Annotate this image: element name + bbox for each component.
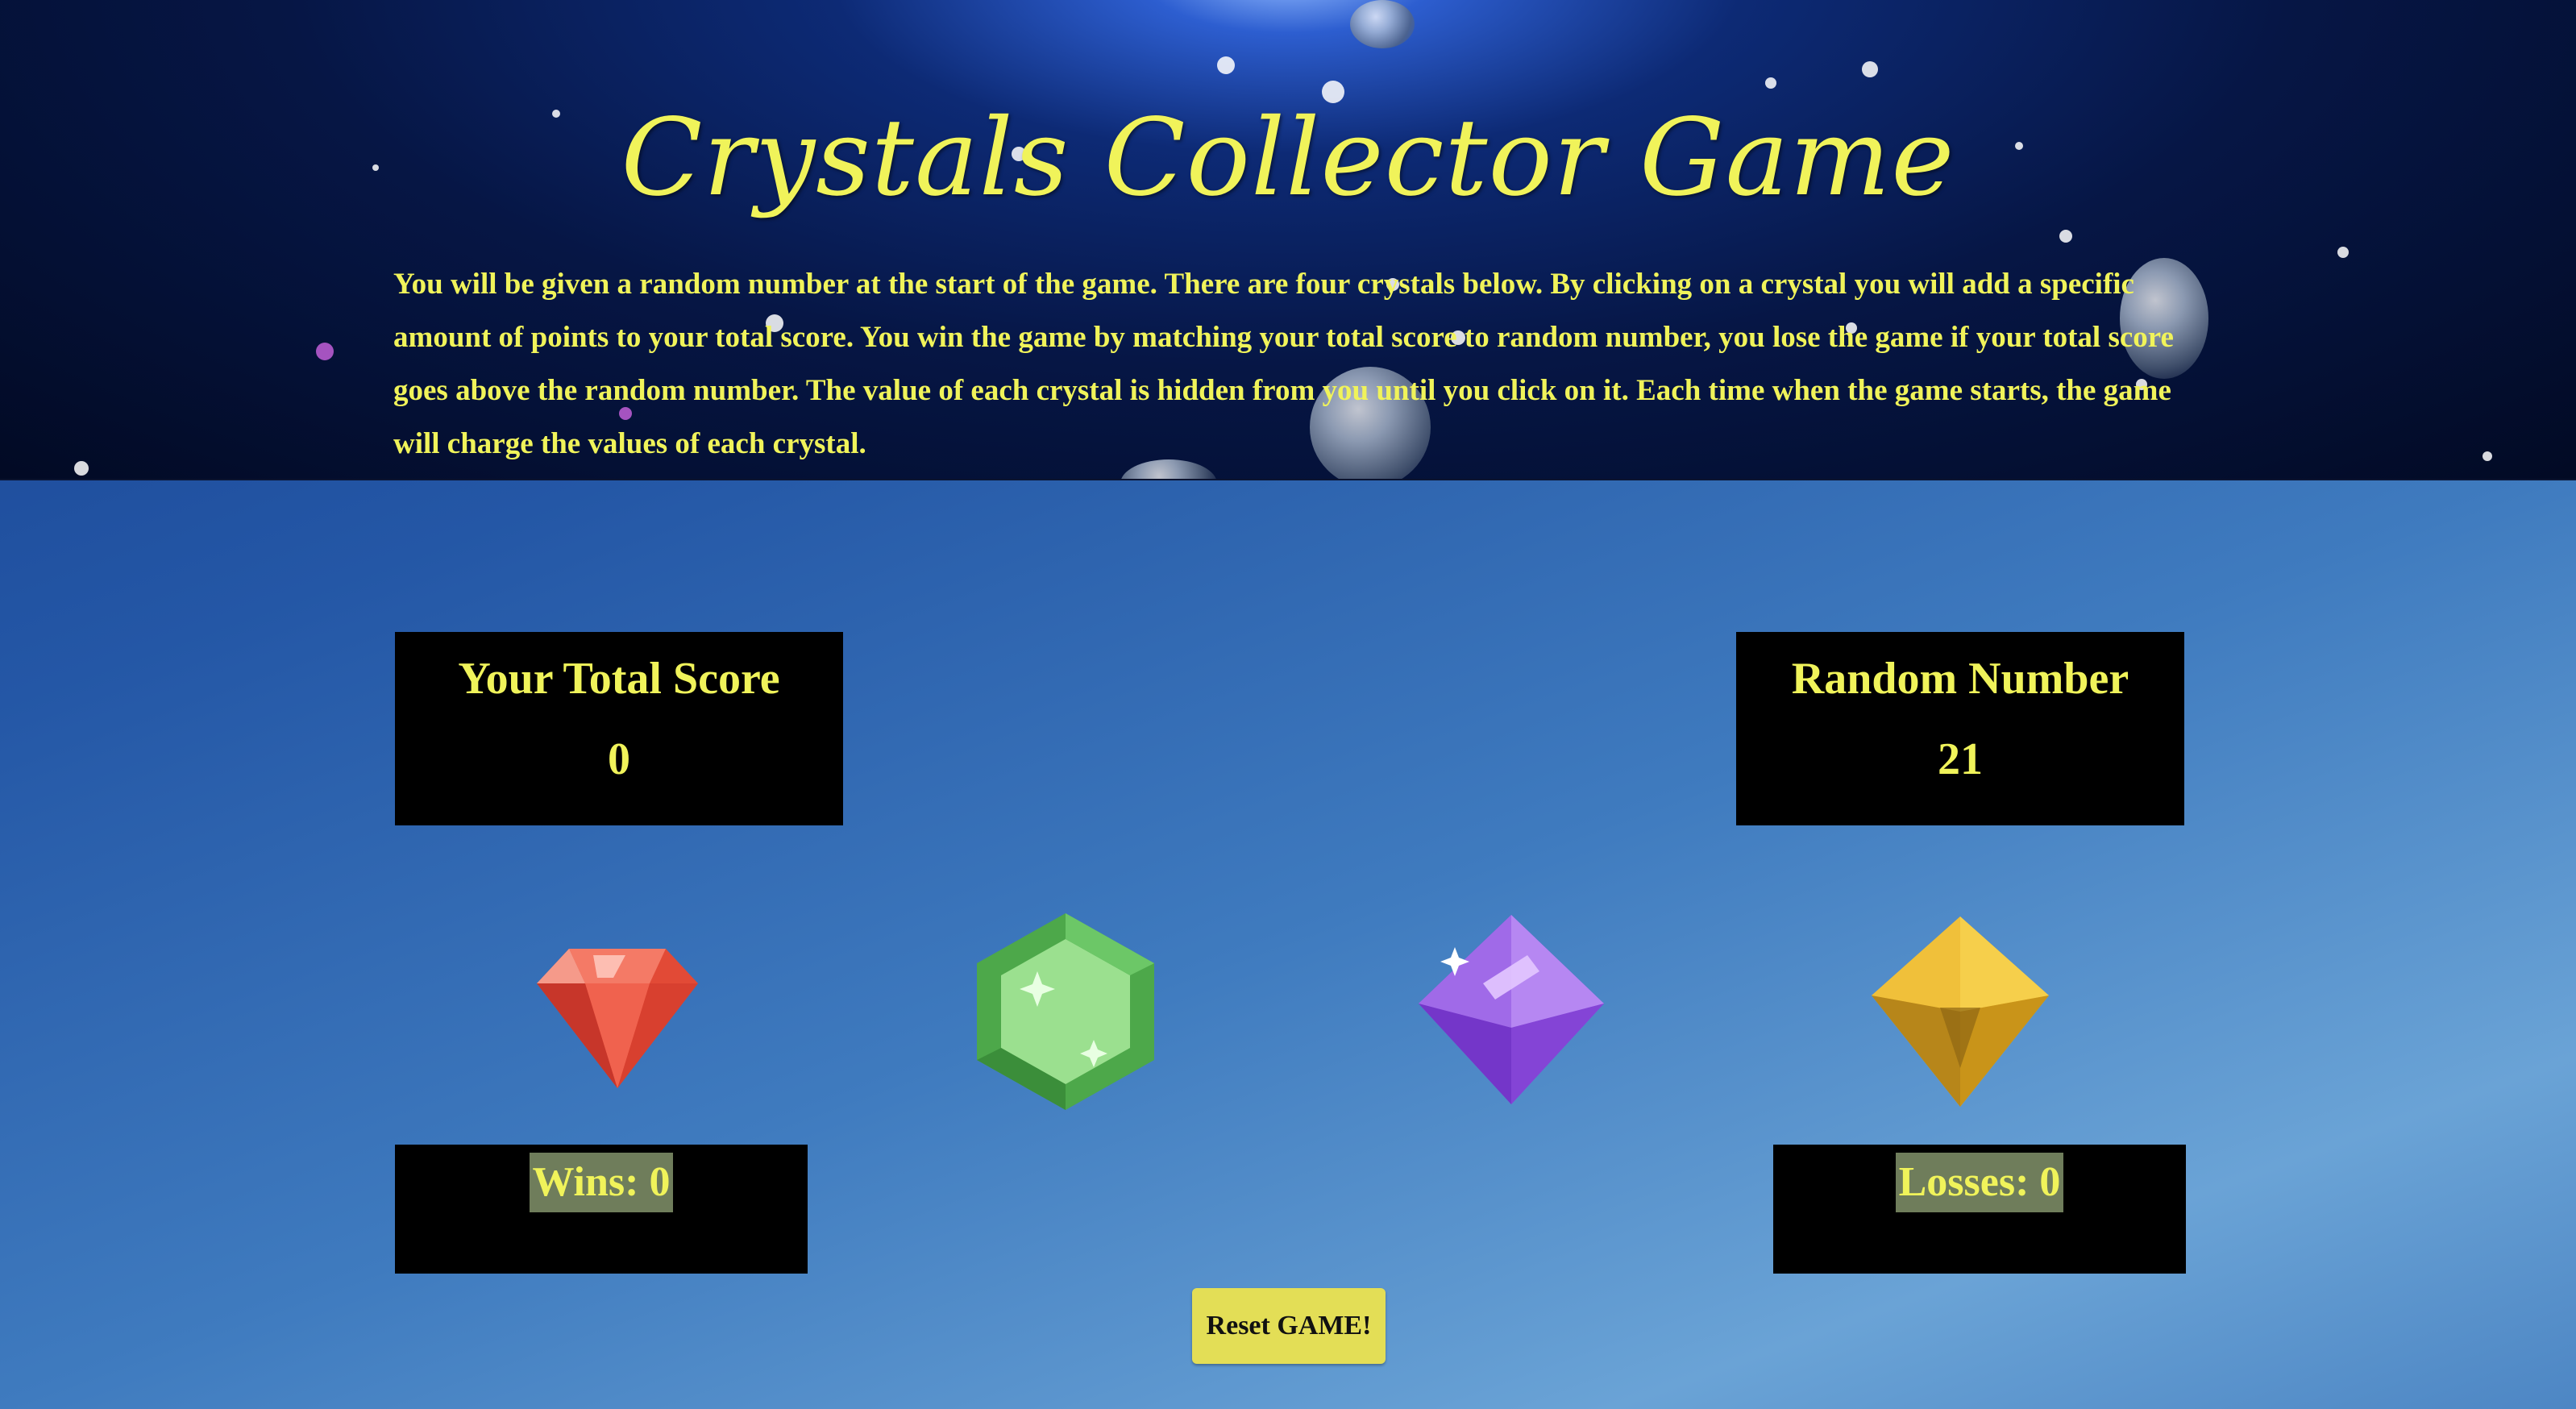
total-score-panel: Your Total Score 0 — [395, 632, 843, 825]
gold-crystal-icon — [1872, 916, 2049, 1107]
star-decoration — [1765, 77, 1776, 89]
green-crystal-button[interactable] — [961, 907, 1170, 1116]
header-banner: Crystals Collector Game You will be give… — [0, 0, 2576, 480]
page-title: Crystals Collector Game — [621, 96, 1955, 220]
random-number-label: Random Number — [1791, 654, 2129, 704]
crystal-decoration — [1350, 0, 1415, 48]
reset-game-button[interactable]: Reset GAME! — [1192, 1288, 1386, 1364]
green-crystal-icon — [977, 913, 1154, 1110]
losses-panel: Losses: 0 — [1773, 1145, 2186, 1274]
star-decoration — [2337, 247, 2349, 258]
game-instructions: You will be given a random number at the… — [393, 268, 2174, 460]
red-crystal-button[interactable] — [513, 907, 722, 1116]
star-decoration — [74, 461, 89, 476]
total-score-value: 0 — [608, 734, 630, 784]
star-decoration — [316, 343, 334, 360]
purple-crystal-button[interactable] — [1406, 907, 1616, 1116]
wins-panel: Wins: 0 — [395, 1145, 808, 1274]
random-number-value: 21 — [1938, 734, 1983, 784]
purple-crystal-icon — [1419, 915, 1604, 1104]
star-decoration — [1862, 61, 1878, 77]
gold-crystal-button[interactable] — [1855, 907, 2065, 1116]
star-decoration — [2483, 451, 2492, 461]
red-crystal-icon — [537, 949, 698, 1088]
star-decoration — [1217, 56, 1235, 74]
star-decoration — [2059, 230, 2072, 243]
wins-counter: Wins: 0 — [529, 1153, 674, 1212]
total-score-label: Your Total Score — [458, 654, 780, 704]
random-number-panel: Random Number 21 — [1736, 632, 2184, 825]
losses-counter: Losses: 0 — [1895, 1153, 2064, 1212]
